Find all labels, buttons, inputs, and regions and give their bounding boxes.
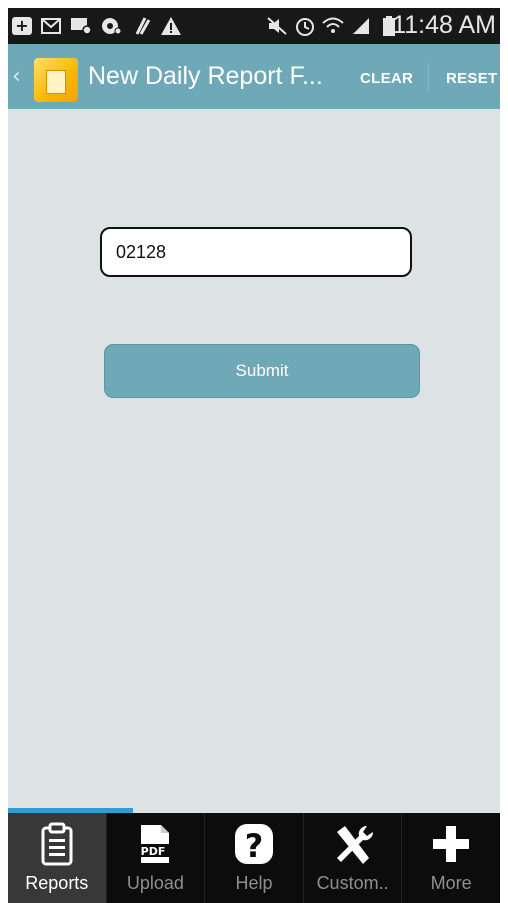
app-bar: ‹ New Daily Report F... CLEAR RESET <box>8 44 500 109</box>
clear-button[interactable]: CLEAR <box>360 70 413 87</box>
clip-icon <box>130 16 152 36</box>
add-box-icon: + <box>12 16 32 35</box>
tab-custom[interactable]: Custom.. <box>304 813 403 903</box>
tab-reports-label: Reports <box>25 873 89 893</box>
tab-upload[interactable]: PDF Upload <box>107 813 206 903</box>
message-icon <box>70 16 92 36</box>
tab-more-label: More <box>430 873 472 893</box>
plus-icon <box>431 821 471 867</box>
status-bar: + 11:48 AM <box>8 8 500 44</box>
alarm-icon <box>294 16 316 36</box>
action-divider <box>428 62 429 92</box>
signal-icon <box>350 16 372 36</box>
tab-more[interactable]: More <box>402 813 500 903</box>
system-icons <box>266 14 400 38</box>
warning-icon <box>160 16 182 36</box>
tab-help[interactable]: ? Help <box>205 813 304 903</box>
help-icon: ? <box>233 821 275 867</box>
page-title: New Daily Report F... <box>88 62 323 90</box>
app-screen: + 11:48 AM ‹ New Daily Report F... CLEAR… <box>8 8 500 903</box>
back-chevron-icon[interactable]: ‹ <box>12 64 21 89</box>
submit-button[interactable]: Submit <box>104 344 420 398</box>
svg-text:PDF: PDF <box>141 845 166 858</box>
tab-reports[interactable]: Reports <box>8 813 107 903</box>
tab-upload-label: Upload <box>126 873 184 893</box>
mute-icon <box>266 16 288 36</box>
notification-icons: + <box>12 14 182 38</box>
clipboard-icon <box>40 821 74 867</box>
app-logo[interactable] <box>34 58 78 102</box>
tools-icon <box>331 821 375 867</box>
pdf-icon: PDF <box>135 821 175 867</box>
wifi-icon <box>322 16 344 36</box>
status-time: 11:48 AM <box>392 11 496 39</box>
tab-help-label: Help <box>235 873 273 893</box>
reset-button[interactable]: RESET <box>446 70 498 87</box>
svg-text:?: ? <box>245 827 264 865</box>
tab-custom-label: Custom.. <box>316 873 389 893</box>
zip-code-value: 02128 <box>116 241 167 262</box>
zip-code-input[interactable]: 02128 <box>100 227 412 277</box>
bottom-tab-bar: Reports PDF Upload ? Help Custom.. More <box>8 813 500 903</box>
at-sign-icon <box>100 16 122 36</box>
gmail-icon <box>40 16 62 36</box>
